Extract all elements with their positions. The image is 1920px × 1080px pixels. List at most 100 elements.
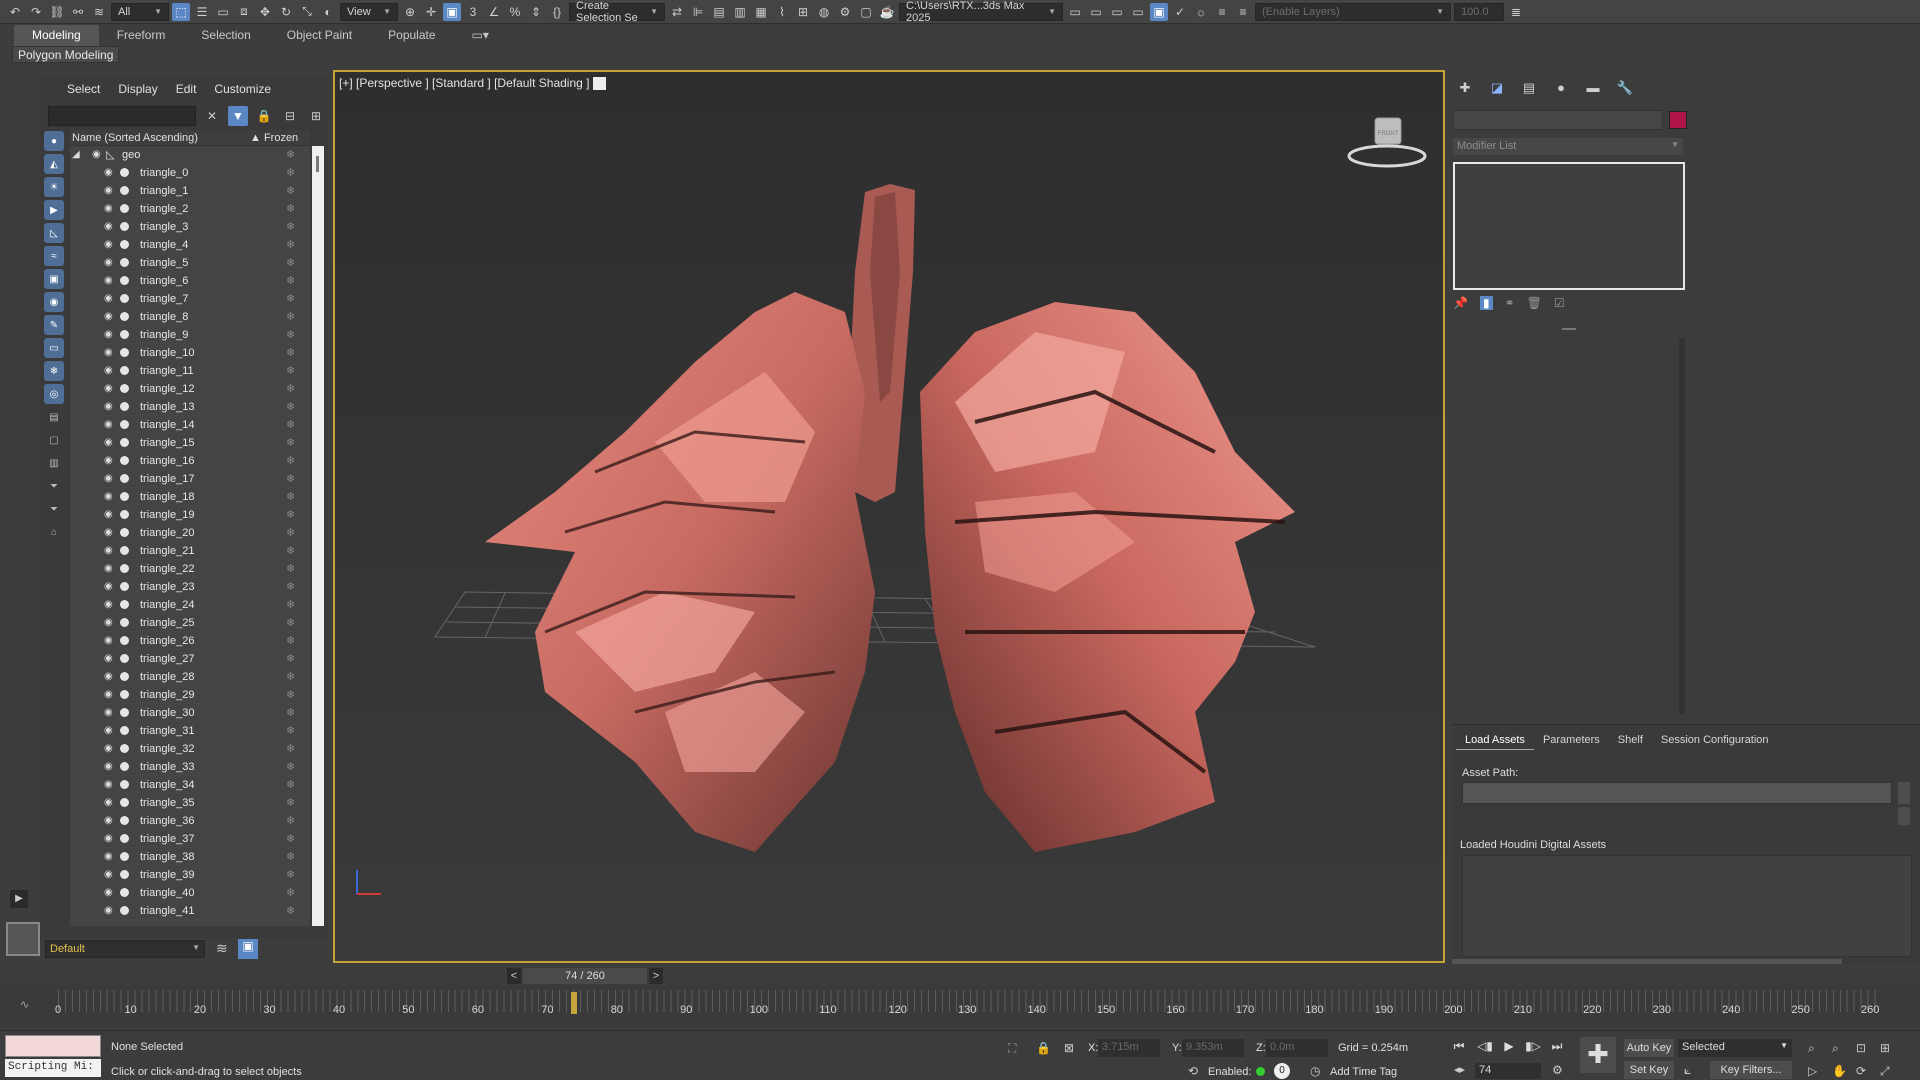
modify-tab-icon[interactable]: ◪ (1487, 80, 1507, 98)
render-dot-icon[interactable] (120, 726, 129, 735)
layer-dropdown[interactable]: Default ▼ (45, 940, 205, 958)
render-dot-icon[interactable] (120, 636, 129, 645)
eye-icon[interactable]: ◉ (104, 365, 116, 376)
list-item[interactable]: ◉ triangle_26 ❄ (70, 632, 310, 650)
list-item[interactable]: ◉ triangle_29 ❄ (70, 686, 310, 704)
auto-key-button[interactable]: Auto Key (1624, 1039, 1674, 1057)
mirror-icon[interactable]: ⇄ (668, 3, 686, 21)
eye-icon[interactable]: ◉ (104, 653, 116, 664)
render-dot-icon[interactable] (120, 870, 129, 879)
open-explorer-icon[interactable]: ▭ (1066, 3, 1084, 21)
eye-icon[interactable]: ◉ (104, 563, 116, 574)
rotate-icon[interactable]: ↻ (277, 3, 295, 21)
utilities-tab-icon[interactable]: 🔧 (1615, 80, 1635, 98)
list-item[interactable]: ◉ triangle_1 ❄ (70, 182, 310, 200)
eye-icon[interactable]: ◉ (104, 689, 116, 700)
eye-icon[interactable]: ◉ (104, 671, 116, 682)
create-selection-set-dropdown[interactable]: Create Selection Se ▼ (569, 0, 665, 24)
align-icon[interactable]: ⊫ (689, 3, 707, 21)
layer-add-icon[interactable]: ▭ (1108, 3, 1126, 21)
freeze-icon[interactable]: ❄ (286, 526, 295, 539)
eye-icon[interactable]: ◉ (104, 275, 116, 286)
configure-modifier-sets-icon[interactable]: ☑ (1554, 296, 1565, 310)
render-dot-icon[interactable] (120, 168, 129, 177)
time-config-icon[interactable]: ⚙ (1552, 1063, 1563, 1077)
absolute-mode-icon[interactable]: ⊠ (1064, 1041, 1074, 1055)
eye-icon[interactable]: ◉ (104, 167, 116, 178)
adaptive-degradation-icon[interactable]: ⟲ (1188, 1064, 1198, 1078)
freeze-icon[interactable]: ❄ (286, 184, 295, 197)
list-item[interactable]: ◉ triangle_34 ❄ (70, 776, 310, 794)
display-geometry-icon[interactable]: ● (44, 131, 64, 151)
explorer-scrollbar[interactable] (312, 146, 324, 926)
selection-lock-icon[interactable]: 🔒 (1036, 1041, 1051, 1055)
modifier-list-dropdown[interactable]: Modifier List ▼ (1453, 138, 1683, 155)
render-dot-icon[interactable] (120, 456, 129, 465)
render-dot-icon[interactable] (120, 330, 129, 339)
x-coordinate-field[interactable]: 3.715m (1098, 1039, 1160, 1057)
pin-stack-icon[interactable]: 📌 (1453, 296, 1468, 310)
filter-funnel-alt-icon[interactable]: ⏷ (44, 499, 64, 519)
list-item[interactable]: ◉ triangle_10 ❄ (70, 344, 310, 362)
viewport-layout-icon[interactable] (6, 922, 40, 956)
list-item[interactable]: ◉ triangle_11 ❄ (70, 362, 310, 380)
zoom-all-icon[interactable]: ⌕ (1832, 1041, 1839, 1056)
list-item[interactable]: ◉ triangle_5 ❄ (70, 254, 310, 272)
eye-icon[interactable]: ◉ (104, 311, 116, 322)
list-item[interactable]: ◉ triangle_27 ❄ (70, 650, 310, 668)
eye-icon[interactable]: ◉ (104, 347, 116, 358)
freeze-icon[interactable]: ❄ (286, 436, 295, 449)
time-slider-bar[interactable]: < 74 / 260 > (507, 968, 663, 984)
freeze-icon[interactable]: ❄ (286, 346, 295, 359)
list-item[interactable]: ◉ triangle_37 ❄ (70, 830, 310, 848)
render-dot-icon[interactable] (120, 816, 129, 825)
tab-freeform[interactable]: Freeform (99, 25, 184, 46)
tab-object-paint[interactable]: Object Paint (269, 25, 370, 46)
list-item[interactable]: ◉ triangle_4 ❄ (70, 236, 310, 254)
panel-divider[interactable] (1562, 328, 1576, 330)
list-item[interactable]: ◉ triangle_25 ❄ (70, 614, 310, 632)
hierarchy-tab-icon[interactable]: ▤ (1519, 80, 1539, 98)
eye-icon[interactable]: ◉ (104, 383, 116, 394)
percent-snap-icon[interactable]: % (506, 3, 524, 21)
key-filters-button[interactable]: Key Filters... (1710, 1061, 1792, 1079)
unlink-icon[interactable]: ⚯ (69, 3, 87, 21)
add-time-tag-button[interactable]: Add Time Tag (1330, 1066, 1397, 1078)
render-setup-icon[interactable]: ⚙ (836, 3, 854, 21)
rect-selection-icon[interactable]: ▭ (214, 3, 232, 21)
eye-icon[interactable]: ◉ (104, 491, 116, 502)
command-panel-scrollbar[interactable] (1679, 338, 1685, 714)
render-dot-icon[interactable] (120, 618, 129, 627)
layers-icon[interactable]: ≋ (216, 940, 228, 957)
y-coordinate-field[interactable]: 9.353m (1182, 1039, 1244, 1057)
freeze-icon[interactable]: ❄ (286, 274, 295, 287)
render-dot-icon[interactable] (120, 186, 129, 195)
expand-icon[interactable]: ◢ (72, 149, 80, 160)
zoom-extents-icon[interactable]: ⊡ (1856, 1041, 1866, 1055)
eye-icon[interactable]: ◉ (104, 743, 116, 754)
checkmark-icon[interactable]: ✓ (1171, 3, 1189, 21)
freeze-icon[interactable]: ❄ (286, 328, 295, 341)
list-item[interactable]: ◉ triangle_16 ❄ (70, 452, 310, 470)
freeze-icon[interactable]: ❄ (286, 490, 295, 503)
freeze-icon[interactable]: ❄ (286, 202, 295, 215)
houdini-hscrollbar[interactable] (1452, 959, 1842, 964)
freeze-icon[interactable]: ❄ (286, 670, 295, 683)
list-item[interactable]: ◉ triangle_41 ❄ (70, 902, 310, 920)
render-dot-icon[interactable] (120, 780, 129, 789)
ribbon-options-icon[interactable]: ▭▾ (454, 25, 507, 46)
hierarchy-alt-icon[interactable]: ⊞ (306, 106, 326, 126)
set-key-icon[interactable]: ✚ (1580, 1037, 1616, 1073)
list-item[interactable]: ◉ triangle_7 ❄ (70, 290, 310, 308)
freeze-icon[interactable]: ❄ (286, 688, 295, 701)
go-to-start-icon[interactable]: ⏮ (1450, 1039, 1468, 1055)
render-dot-icon[interactable] (120, 852, 129, 861)
freeze-icon[interactable]: ❄ (286, 418, 295, 431)
rendered-frame-window-icon[interactable]: ▢ (857, 3, 875, 21)
list-item[interactable]: ◉ triangle_15 ❄ (70, 434, 310, 452)
name-column-header[interactable]: Name (Sorted Ascending) (72, 132, 250, 144)
eye-icon[interactable]: ◉ (104, 851, 116, 862)
tab-populate[interactable]: Populate (370, 25, 453, 46)
render-dot-icon[interactable] (120, 492, 129, 501)
reference-coord-dropdown[interactable]: View ▼ (340, 2, 398, 21)
